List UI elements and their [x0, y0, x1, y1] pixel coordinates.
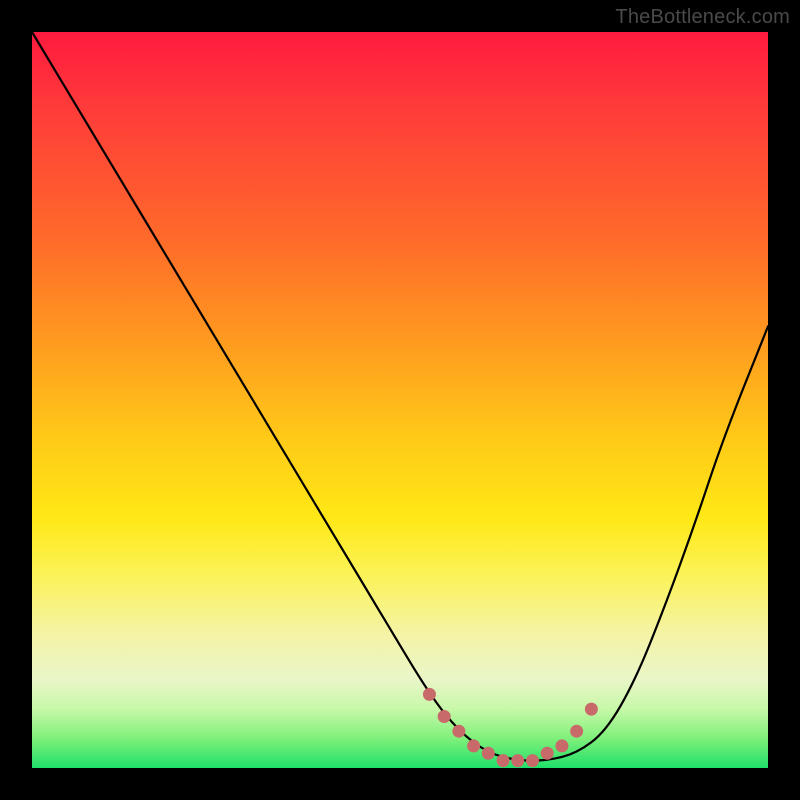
trough-dot [423, 688, 436, 701]
trough-dot [452, 725, 465, 738]
trough-dot [511, 754, 524, 767]
trough-dot [526, 754, 539, 767]
trough-dot [467, 739, 480, 752]
trough-dot [585, 703, 598, 716]
watermark-text: TheBottleneck.com [615, 6, 790, 29]
trough-dot [438, 710, 451, 723]
trough-dots [423, 688, 598, 767]
curve-layer [32, 32, 768, 768]
trough-dot [555, 739, 568, 752]
trough-dot [497, 754, 510, 767]
trough-dot [570, 725, 583, 738]
plot-area [32, 32, 768, 768]
trough-dot [541, 747, 554, 760]
bottleneck-curve [32, 32, 768, 761]
chart-frame: TheBottleneck.com [0, 0, 800, 800]
trough-dot [482, 747, 495, 760]
